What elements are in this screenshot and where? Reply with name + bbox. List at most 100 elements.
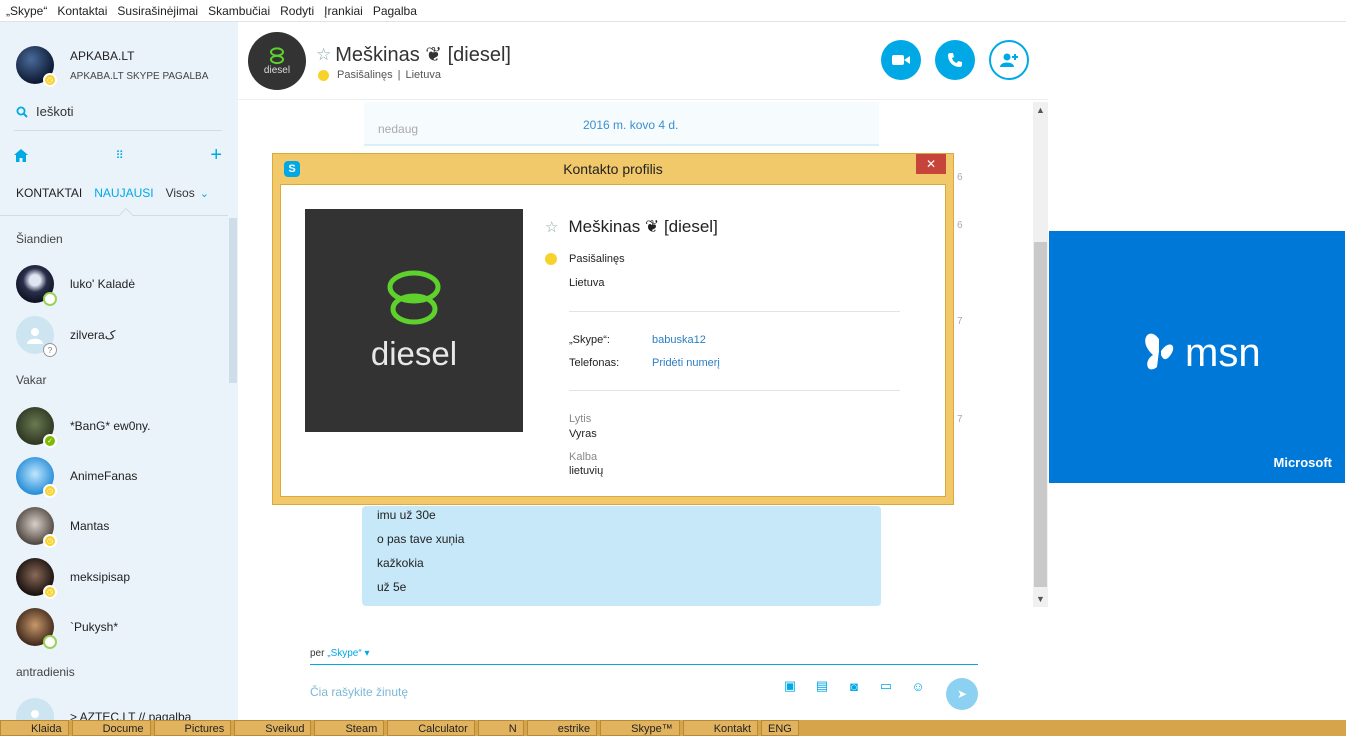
emoticon-icon[interactable]: ☺	[909, 679, 927, 694]
star-icon[interactable]: ☆	[545, 218, 558, 236]
message-bubble[interactable]: imu už 30e o pas tave xuņia kažkokia už …	[362, 506, 881, 606]
contact-name: `Pukysh*	[70, 620, 119, 634]
contact-item[interactable]: luko' Kaladė	[16, 265, 136, 306]
divider	[569, 311, 900, 312]
voice-call-button[interactable]	[935, 40, 975, 80]
phone-row: Telefonas: Pridėti numerį	[569, 357, 720, 369]
message-text: nedaug	[378, 122, 419, 136]
menu-tools[interactable]: Įrankiai	[324, 4, 363, 18]
taskbar-item[interactable]: Docume	[71, 720, 151, 736]
taskbar-item[interactable]: Sveikud	[234, 720, 312, 736]
sidebar-scroll-thumb[interactable]	[229, 218, 237, 383]
contact-name: > AZTEC.LT // pagalba	[70, 710, 192, 720]
message-line: kažkokia	[377, 556, 424, 570]
contact-name: AnimeFanas	[70, 469, 138, 483]
conversation-title: ☆ Meškinas ❦ [diesel]	[316, 42, 511, 67]
message-line: už 5e	[377, 580, 407, 594]
search-box[interactable]: Ieškoti	[16, 104, 74, 119]
dialpad-icon[interactable]: ⠿	[116, 149, 124, 162]
add-people-button[interactable]	[989, 40, 1029, 80]
home-icon[interactable]	[14, 149, 28, 162]
timestamp: 6	[957, 220, 963, 231]
language-label: Kalba	[569, 451, 598, 463]
contact-item[interactable]: ◷ AnimeFanas	[16, 457, 138, 498]
scroll-thumb[interactable]	[1034, 242, 1047, 587]
contact-location: Lietuva	[405, 69, 441, 81]
tab-recent[interactable]: NAUJAUSI	[94, 186, 153, 200]
status-offline-badge	[43, 635, 57, 649]
send-contact-icon[interactable]: ▭	[877, 678, 895, 694]
avatar	[16, 698, 54, 720]
dialog-title: Kontakto profilis	[563, 161, 663, 177]
dialog-body: diesel ☆ Meškinas ❦ [diesel] Pasišalinęs…	[280, 184, 946, 497]
taskbar-item[interactable]: Klaida	[0, 720, 69, 736]
my-profile[interactable]: ◷ APKABA.LT APKABA.LT SKYPE PAGALBA	[16, 46, 209, 87]
taskbar-item[interactable]: Skype™	[600, 720, 680, 736]
send-file-icon[interactable]: ▤	[813, 678, 831, 694]
skype-name-row: „Skype“: babuska12	[569, 334, 706, 346]
taskbar-item[interactable]: Pictures	[153, 720, 232, 736]
send-button[interactable]: ➤	[946, 678, 978, 710]
scroll-up-icon[interactable]: ▲	[1036, 105, 1045, 115]
contact-name: luko' Kaladė	[70, 277, 136, 291]
status-online-badge: ✓	[43, 434, 57, 448]
diesel-logo-icon	[387, 270, 441, 324]
status-away-badge: ◷	[43, 534, 57, 548]
menu-view[interactable]: Rodyti	[280, 4, 314, 18]
contact-title: Meškinas ❦ [diesel]	[335, 44, 511, 66]
tab-filter-all[interactable]: Visos ⌄	[166, 186, 209, 200]
taskbar-item[interactable]: Kontakt	[682, 720, 759, 736]
add-icon[interactable]: +	[210, 144, 222, 167]
msn-ad[interactable]: msn Microsoft	[1049, 231, 1345, 483]
contact-name: Mantas	[70, 519, 110, 533]
section-today: Šiandien	[16, 232, 63, 246]
conversation-scrollbar[interactable]: ▲ ▼	[1033, 102, 1048, 607]
contact-item[interactable]: > AZTEC.LT // pagalba	[16, 698, 191, 720]
menu-bar: „Skype“ Kontaktai Susirašinėjimai Skambu…	[0, 0, 1346, 22]
close-button[interactable]: ✕	[916, 154, 946, 174]
taskbar-item[interactable]: estrike	[526, 720, 598, 736]
taskbar-item[interactable]: N	[477, 720, 524, 736]
contact-item[interactable]: `Pukysh*	[16, 608, 119, 649]
menu-conversations[interactable]: Susirašinėjimai	[117, 4, 198, 18]
scroll-down-icon[interactable]: ▼	[1036, 594, 1045, 604]
menu-calls[interactable]: Skambučiai	[208, 4, 270, 18]
avatar: ?	[16, 316, 57, 357]
conversation-subtitle: Pasišalinęs | Lietuva	[318, 69, 441, 81]
chevron-down-icon: ▾	[364, 648, 370, 659]
avatar: ◷	[16, 507, 57, 548]
profile-name: APKABA.LT	[70, 48, 135, 63]
menu-help[interactable]: Pagalba	[373, 4, 417, 18]
timestamp: 7	[957, 316, 963, 327]
tab-contacts[interactable]: KONTAKTAI	[16, 186, 82, 200]
contact-item[interactable]: ? zilveraک	[16, 316, 115, 357]
language-indicator[interactable]: ENG	[761, 720, 799, 736]
menu-contacts[interactable]: Kontaktai	[57, 4, 107, 18]
profile-subtitle: APKABA.LT SKYPE PAGALBA	[70, 70, 209, 82]
send-image-icon[interactable]: ▣	[781, 678, 799, 694]
star-icon[interactable]: ☆	[316, 45, 331, 65]
phone-label: Telefonas:	[569, 357, 620, 369]
contact-item[interactable]: ◷ Mantas	[16, 507, 110, 548]
compose-divider	[310, 664, 978, 665]
taskbar-item[interactable]: Calculator	[387, 720, 475, 736]
send-icon: ➤	[956, 687, 968, 701]
taskbar-item[interactable]: Steam	[314, 720, 385, 736]
contact-avatar[interactable]: diesel	[248, 32, 306, 90]
away-clock-icon	[545, 253, 557, 265]
status-away-badge: ◷	[43, 73, 57, 87]
message-input[interactable]: Čia rašykite žinutę	[310, 685, 408, 699]
sidebar: ◷ APKABA.LT APKABA.LT SKYPE PAGALBA Iešk…	[0, 22, 238, 720]
profile-status: Pasišalinęs	[545, 253, 625, 265]
menu-skype[interactable]: „Skype“	[6, 4, 47, 18]
contact-profile-dialog: S Kontakto profilis ✕ diesel ☆ Meškinas …	[272, 153, 954, 505]
contact-item[interactable]: ✓ *BanG* ew0ny.	[16, 407, 151, 448]
add-number-link[interactable]: Pridėti numerį	[652, 357, 720, 369]
status-text: Pasišalinęs	[569, 253, 625, 265]
skype-name-value[interactable]: babuska12	[652, 334, 706, 346]
video-call-button[interactable]	[881, 40, 921, 80]
contact-item[interactable]: ◷ meksipisap	[16, 558, 130, 599]
avatar: ✓	[16, 407, 57, 448]
video-message-icon[interactable]: ◙	[845, 679, 863, 694]
send-via[interactable]: per „Skype“ ▾	[310, 648, 370, 659]
